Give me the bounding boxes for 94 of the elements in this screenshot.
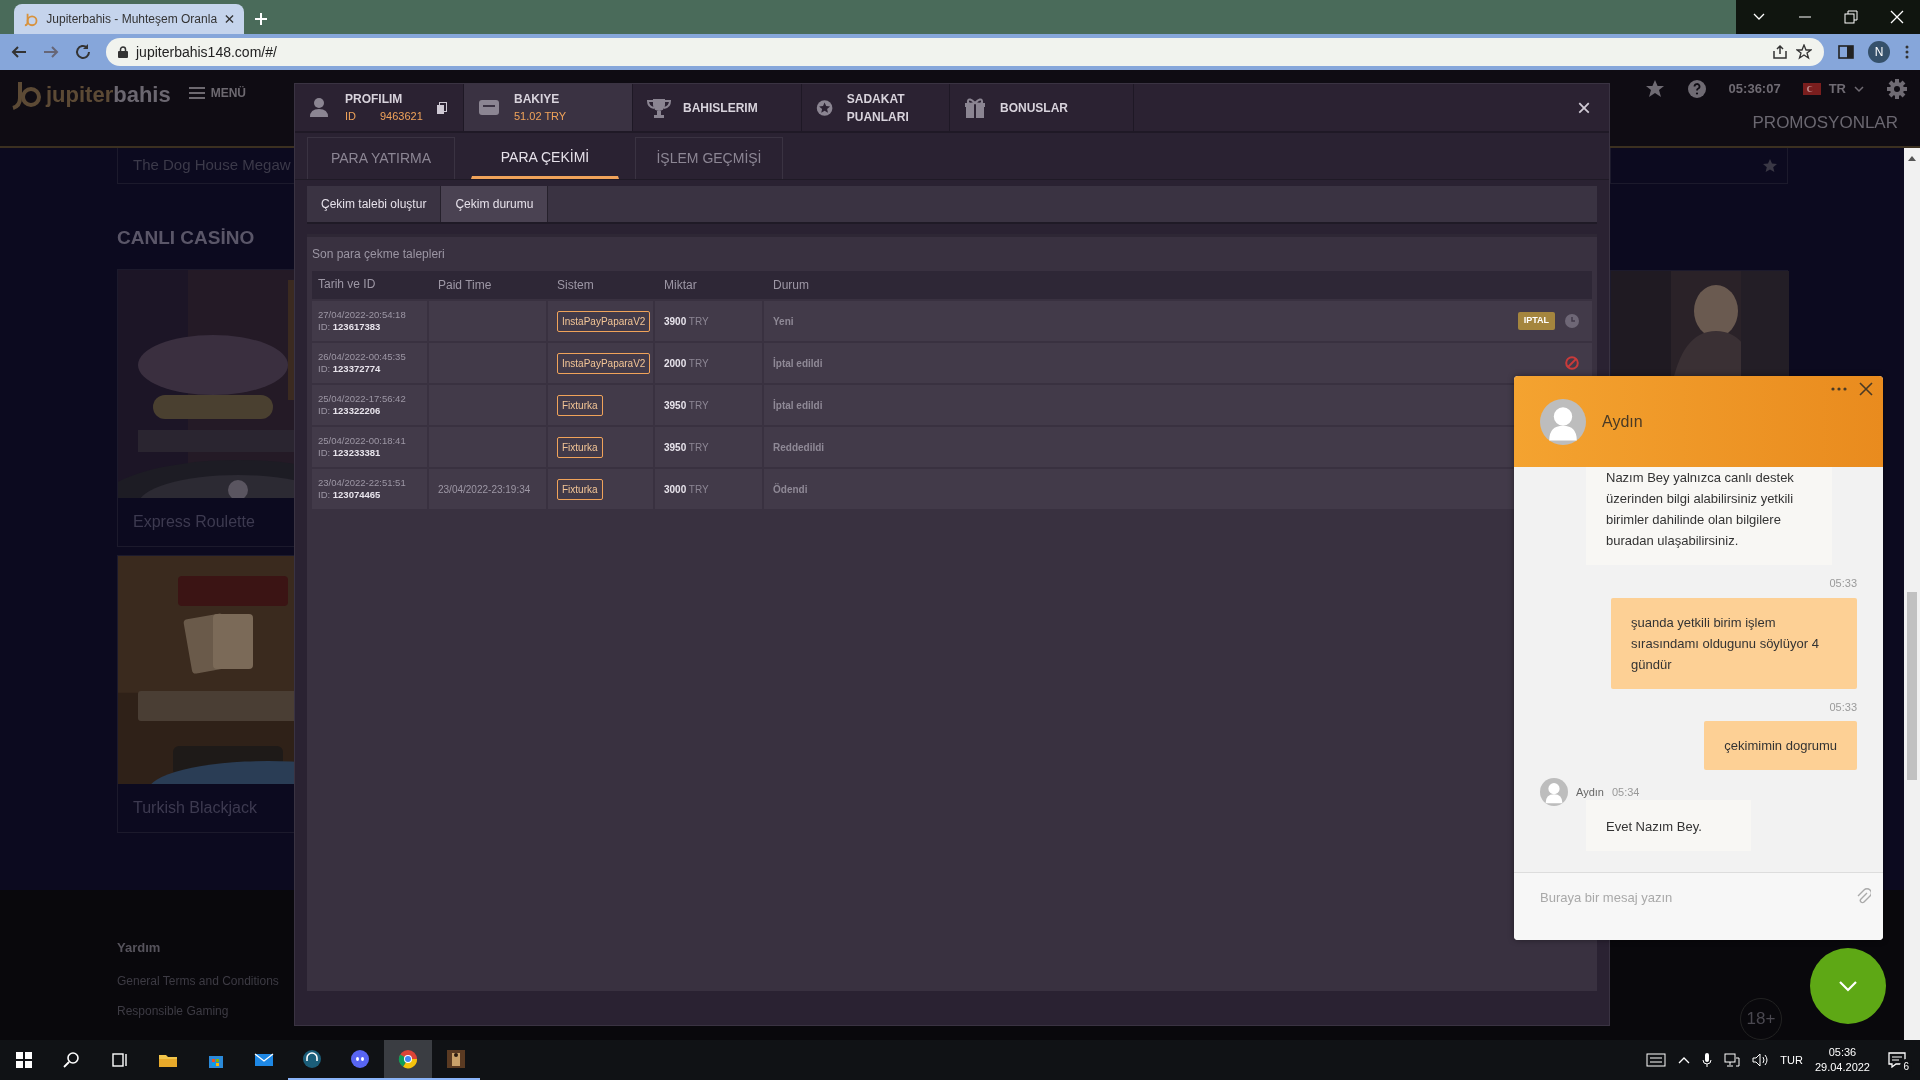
table-cell: 2000 TRY	[655, 343, 762, 383]
game-icon[interactable]	[446, 1049, 466, 1069]
taskbar-date[interactable]: 29.04.2022	[1814, 1060, 1870, 1075]
status-text: İptal edildi	[773, 398, 823, 413]
scrollbar-thumb[interactable]	[1907, 592, 1917, 780]
microphone-icon[interactable]	[1702, 1052, 1713, 1068]
status-text: Yeni	[773, 314, 794, 329]
payment-tag: Fixturka	[557, 478, 603, 500]
status-text: İptal edildi	[773, 356, 823, 371]
payment-tag: Fixturka	[557, 436, 603, 458]
close-icon[interactable]	[225, 14, 234, 24]
cancel-button[interactable]: IPTAL	[1517, 312, 1555, 330]
browser-tab[interactable]: Jupiterbahis - Muhteşem Oranla	[14, 4, 244, 34]
section-title: CANLI CASİNO	[117, 226, 256, 250]
panel-title: Son para çekme talepleri	[312, 246, 446, 263]
more-icon[interactable]	[1831, 387, 1847, 391]
share-icon[interactable]	[1772, 44, 1788, 60]
side-panel-icon[interactable]	[1838, 44, 1854, 60]
table-cell: 23/04/2022-23:19:34	[429, 469, 546, 509]
table-cell: 25/04/2022-00:18:41 ID: 123233381	[312, 427, 427, 467]
status-text: Ödendi	[773, 482, 808, 497]
keyboard-icon[interactable]	[1646, 1053, 1667, 1067]
table-cell: 3900 TRY	[655, 301, 762, 341]
message-time: 05:34	[1611, 784, 1640, 800]
message-bubble: şuanda yetkili birim işlem sırasındamı oldugunu söylüyor 4 gündür	[1611, 597, 1857, 689]
copy-icon[interactable]	[436, 101, 447, 114]
more-icon[interactable]	[1904, 44, 1910, 60]
footer-heading: Yardım	[117, 939, 162, 957]
close-icon[interactable]	[1888, 8, 1906, 26]
ban-icon	[1565, 356, 1579, 370]
message-bubble: Nazım Bey yalnızca canlı destek üzerinden bilgi alabilirsiniz yetkili birimler dahilinde olan bilgilere buradan ulaşabilirsiniz.	[1586, 467, 1832, 565]
payment-tag: Fixturka	[557, 394, 603, 416]
status-text: Reddedildi	[773, 440, 825, 455]
table-cell: 26/04/2022-00:45:35 ID: 123372774	[312, 343, 427, 383]
menu-icon	[188, 87, 205, 99]
lock-icon	[118, 46, 128, 58]
author-name: Aydın	[1576, 784, 1604, 800]
menu-button[interactable]: MENÜ	[188, 84, 247, 102]
message-bubble: Evet Nazım Bey.	[1586, 800, 1751, 851]
input-language[interactable]: TUR	[1780, 1051, 1803, 1069]
table-cell: 23/04/2022-22:51:51 ID: 123074465	[312, 469, 427, 509]
scrollbar[interactable]	[1904, 148, 1920, 1040]
section-tab[interactable]: İŞLEM GEÇMİŞİ	[635, 137, 783, 179]
dialog-tab[interactable]: BAKIYE 51.02 TRY	[464, 84, 633, 131]
help-icon[interactable]	[1686, 79, 1707, 99]
close-button[interactable]: ×	[1559, 84, 1609, 131]
chevron-down-icon	[1854, 85, 1864, 93]
volume-icon[interactable]	[1752, 1053, 1769, 1067]
clock-text: 05:36:07	[1728, 80, 1781, 99]
search-icon[interactable]	[62, 1050, 82, 1070]
message-time: 05:33	[1829, 699, 1857, 715]
message-time: 05:33	[1829, 576, 1857, 591]
settings-icon[interactable]	[1886, 78, 1908, 100]
message-input[interactable]: Buraya bir mesaj yazın	[1538, 887, 1855, 909]
message-field[interactable]: Buraya bir mesaj yazın	[1514, 872, 1883, 940]
notification-icon[interactable]	[1888, 1052, 1906, 1068]
start-icon[interactable]	[14, 1050, 34, 1070]
flag-icon	[1802, 83, 1821, 95]
avatar-icon	[1540, 398, 1586, 445]
site-logo-icon	[24, 11, 39, 27]
section-tab[interactable]: PARA YATIRMA	[307, 137, 455, 179]
task-view-icon[interactable]	[110, 1050, 130, 1070]
chat-app-icon[interactable]	[350, 1049, 370, 1069]
view-tab[interactable]: Çekim durumu	[441, 186, 549, 222]
table-cell: 3000 TRY	[655, 469, 762, 509]
restore-icon[interactable]	[1842, 8, 1860, 26]
table-cell: 3950 TRY	[655, 427, 762, 467]
logo-mark-icon	[12, 79, 42, 110]
language-selector[interactable]: TR	[1802, 79, 1864, 99]
reload-icon[interactable]	[74, 43, 92, 61]
star-icon[interactable]	[1763, 158, 1777, 173]
star-icon[interactable]	[1644, 79, 1665, 99]
address-bar[interactable]: jupiterbahis148.com/#/	[106, 38, 1824, 66]
taskbar-time[interactable]: 05:36	[1814, 1045, 1870, 1060]
trophy-icon	[647, 96, 671, 119]
table-cell: 25/04/2022-17:56:42 ID: 123322206	[312, 385, 427, 425]
table-cell: 3950 TRY	[655, 385, 762, 425]
scroll-up-icon	[1907, 154, 1917, 162]
profile-avatar[interactable]: N	[1868, 41, 1890, 63]
message-bubble: çekimimin dogrumu	[1704, 721, 1857, 770]
browser-icon[interactable]	[398, 1049, 418, 1069]
star-icon[interactable]	[1796, 44, 1812, 60]
payment-tag: InstaPayPaparaV2	[557, 352, 651, 374]
payment-tag: InstaPayPaparaV2	[557, 310, 651, 332]
gift-icon	[964, 96, 988, 119]
network-icon[interactable]	[1724, 1053, 1741, 1067]
avatar-icon	[1540, 778, 1568, 806]
agent-name: Aydın	[1602, 411, 1643, 432]
chevron-up-icon[interactable]	[1678, 1056, 1691, 1064]
chevron-down-icon	[1838, 980, 1858, 992]
headset-icon[interactable]	[302, 1049, 322, 1069]
table-cell: 27/04/2022-20:54:18 ID: 123617383	[312, 301, 427, 341]
promotions-button[interactable]: PROMOSYONLAR	[1742, 108, 1908, 138]
site-logo[interactable]: jupiterbahis	[12, 78, 171, 111]
